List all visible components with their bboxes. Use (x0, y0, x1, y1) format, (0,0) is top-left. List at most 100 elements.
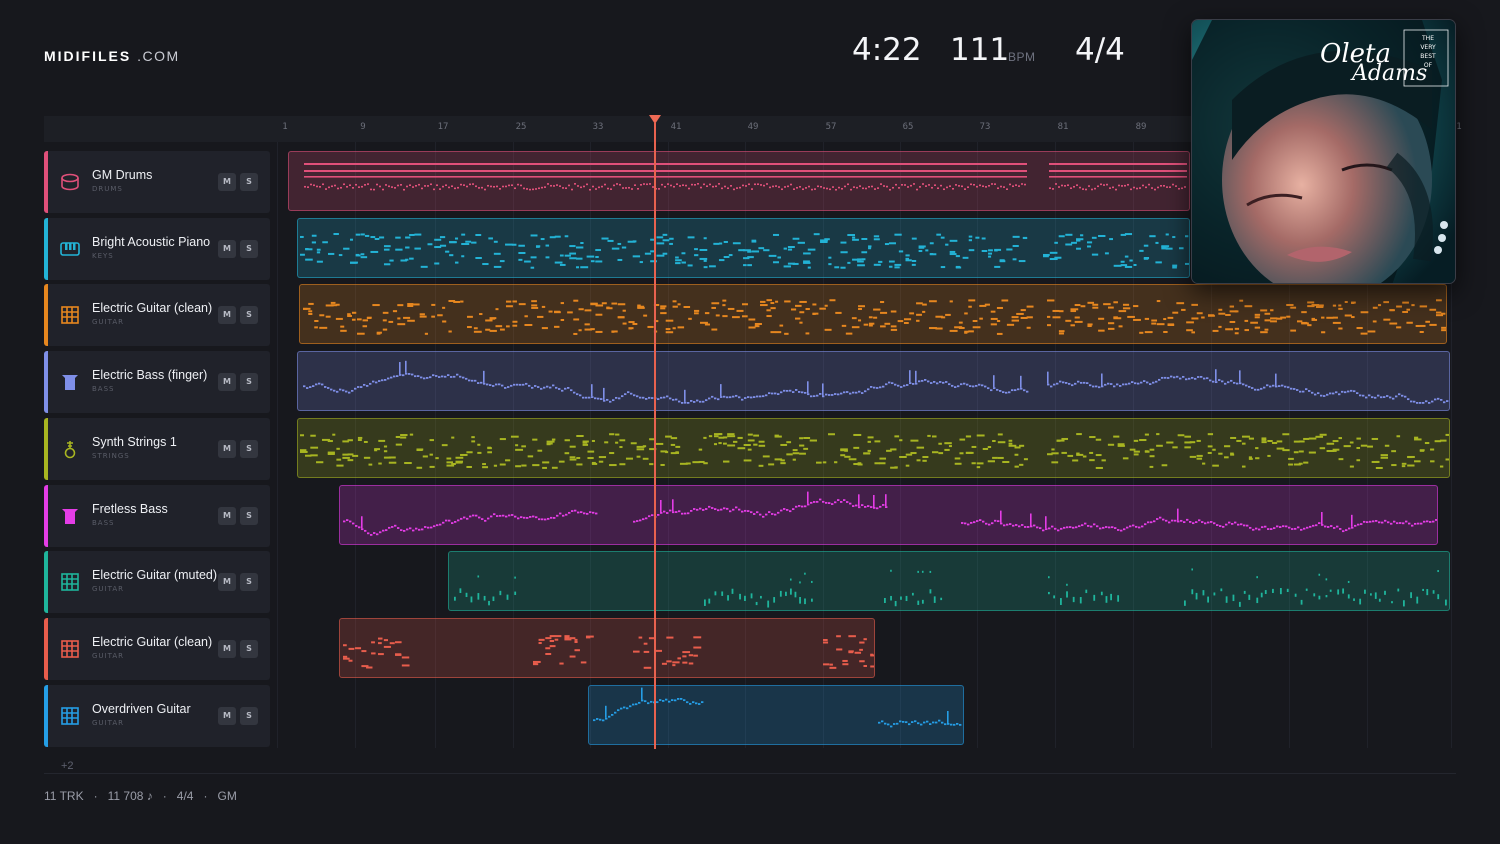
track-clip[interactable] (448, 551, 1450, 612)
track-color-bar (44, 217, 48, 280)
ruler-tick: 89 (1135, 122, 1147, 132)
track-clip[interactable] (297, 217, 1190, 278)
track-name: Overdriven Guitar (92, 701, 191, 716)
footer-sep (153, 789, 163, 803)
ruler-tick: 17 (437, 122, 449, 132)
ruler-tick: 25 (515, 122, 527, 132)
track-name: Electric Guitar (clean) (92, 301, 213, 316)
solo-button[interactable]: S (240, 173, 258, 191)
track-header[interactable]: Electric Guitar (muted) GUITAR M S (44, 551, 270, 614)
track-header[interactable]: Electric Guitar (clean) GUITAR M S (44, 617, 270, 680)
track-clip[interactable] (299, 284, 1447, 345)
song-duration: 4:22 (852, 32, 922, 68)
mute-button[interactable]: M (218, 173, 236, 191)
footer-standard: GM (217, 789, 237, 803)
track-category: GUITAR (92, 718, 124, 727)
footer-sep (98, 789, 108, 803)
mute-button[interactable]: M (218, 573, 236, 592)
mute-button[interactable]: M (218, 239, 236, 258)
ruler-tick: 57 (825, 122, 837, 132)
track-color-bar (44, 284, 48, 347)
solo-button[interactable]: S (240, 239, 258, 258)
album-title-3: BEST (1420, 53, 1436, 60)
ruler-tick: 1 (282, 122, 288, 132)
footer-sep (84, 789, 94, 803)
track-header[interactable]: Overdriven Guitar GUITAR M S (44, 684, 270, 747)
track-color-bar (44, 417, 48, 480)
track-name: Synth Strings 1 (92, 434, 177, 449)
album-cover: THE VERY BEST OF Oleta Adams (1191, 19, 1456, 284)
track-header[interactable]: Fretless Bass BASS M S (44, 484, 270, 547)
solo-button[interactable]: S (240, 639, 258, 658)
ruler-tick: 1 (1456, 122, 1462, 132)
guitar-grid-icon (59, 705, 81, 727)
more-tracks-indicator[interactable]: +2 (61, 760, 74, 772)
drum-icon (59, 171, 81, 193)
ruler-tick: 33 (592, 122, 604, 132)
brand-logo[interactable]: MIDIFILES .COM (44, 48, 180, 64)
track-category: GUITAR (92, 585, 124, 594)
ruler-tick: 65 (902, 122, 914, 132)
mute-button[interactable]: M (218, 706, 236, 725)
track-color-bar (44, 151, 48, 213)
track-header[interactable]: GM Drums DRUMS M S (44, 151, 270, 213)
brand-name: MIDIFILES (44, 48, 132, 64)
mute-button[interactable]: M (218, 639, 236, 658)
track-clip[interactable] (297, 417, 1450, 478)
playhead[interactable] (654, 123, 656, 749)
track-category: GUITAR (92, 318, 124, 327)
footer-stats: 11 TRK · 11 708 ♪ · 4/4 · GM (44, 789, 237, 803)
track-color-bar (44, 484, 48, 547)
track-header[interactable]: Electric Guitar (clean) GUITAR M S (44, 284, 270, 347)
track-clip[interactable] (288, 151, 1190, 211)
track-color-bar (44, 351, 48, 414)
track-name: Bright Acoustic Piano (92, 234, 211, 249)
solo-button[interactable]: S (240, 306, 258, 325)
track-clip[interactable] (297, 351, 1450, 412)
ruler-tick: 73 (979, 122, 991, 132)
track-name: GM Drums (92, 168, 153, 182)
bass-icon (59, 505, 81, 527)
track-header[interactable]: Bright Acoustic Piano KEYS M S (44, 217, 270, 280)
mute-button[interactable]: M (218, 373, 236, 392)
track-header[interactable]: Synth Strings 1 STRINGS M S (44, 417, 270, 480)
track-category: GUITAR (92, 651, 124, 660)
track-count: 11 TRK (44, 789, 84, 803)
mute-button[interactable]: M (218, 506, 236, 525)
track-clip[interactable] (339, 484, 1438, 545)
note-lane (303, 299, 1446, 336)
solo-button[interactable]: S (240, 506, 258, 525)
note-lane (300, 432, 1449, 469)
time-signature: 4/4 (1075, 32, 1125, 68)
solo-button[interactable]: S (240, 373, 258, 392)
album-title-2: VERY (1420, 44, 1436, 51)
track-category: BASS (92, 385, 115, 394)
track-clip[interactable] (339, 617, 875, 678)
solo-button[interactable]: S (240, 573, 258, 592)
track-header[interactable]: Electric Bass (finger) BASS M S (44, 351, 270, 414)
track-name: Electric Guitar (clean) (92, 634, 213, 649)
track-category: KEYS (92, 251, 114, 260)
footer-sep (193, 789, 203, 803)
mute-button[interactable]: M (218, 306, 236, 325)
daw-viewer: MIDIFILES .COM 4:22 111 BPM 4/4 1 9 17 25 33… (0, 0, 1500, 844)
guitar-grid-icon (59, 638, 81, 660)
album-art: THE VERY BEST OF Oleta Adams (1192, 20, 1455, 283)
track-category: STRINGS (92, 451, 130, 460)
track-name: Fretless Bass (92, 501, 168, 516)
footer-divider (44, 773, 1456, 774)
track-color-bar (44, 551, 48, 614)
solo-button[interactable]: S (240, 439, 258, 458)
track-clip[interactable] (588, 684, 964, 745)
tempo-unit: BPM (1008, 50, 1036, 64)
note-lane (303, 360, 1449, 404)
brand-domain: .COM (137, 48, 180, 64)
track-category: DRUMS (92, 185, 123, 193)
grid-line (277, 142, 278, 748)
guitar-grid-icon (59, 304, 81, 326)
piano-icon (59, 238, 81, 260)
footer-sep (167, 789, 177, 803)
track-color-bar (44, 617, 48, 680)
solo-button[interactable]: S (240, 706, 258, 725)
mute-button[interactable]: M (218, 439, 236, 458)
